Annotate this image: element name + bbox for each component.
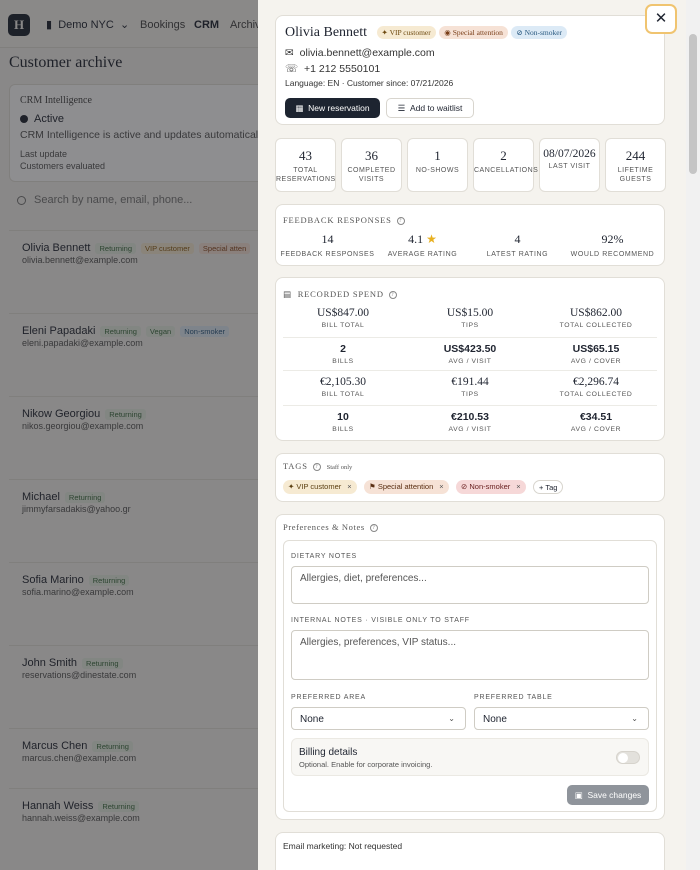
internal-notes-label: INTERNAL NOTES · VISIBLE ONLY TO STAFF: [291, 617, 470, 624]
billing-toggle[interactable]: [616, 751, 640, 764]
preferred-area-label: PREFERRED AREA: [291, 694, 366, 701]
stat-last-visit: 08/07/2026 LAST VISIT: [539, 138, 600, 192]
mail-icon: ✉: [285, 47, 294, 59]
dietary-label: DIETARY NOTES: [291, 553, 358, 560]
spend-cell: €191.44 TIPS: [451, 376, 489, 398]
tag-special-attention: ⚑ Special attention ×: [364, 479, 449, 494]
billing-title: Billing details: [299, 747, 358, 758]
feedback-would-recommend: 92% WOULD RECOMMEND: [570, 232, 655, 258]
save-icon: ▣: [574, 790, 583, 800]
spend-cell: US$423.50 AVG / VISIT: [443, 343, 497, 365]
chevron-down-icon: ⌄: [631, 714, 638, 723]
email-marketing-status: Email marketing: Not requested: [283, 841, 403, 851]
special-attention-badge: ◉ Special attention: [439, 26, 508, 40]
stat-cancellations: 2 CANCELLATIONS: [473, 138, 538, 192]
customer-detail-drawer: Olivia Bennett ✦ VIP customer ◉ Special …: [258, 0, 700, 870]
preferred-table-label: PREFERRED TABLE: [474, 694, 553, 701]
stat-total-reservations: 43 TOTAL RESERVATIONS: [275, 138, 336, 192]
non-smoker-badge: ⊘ Non-smoker: [511, 26, 568, 40]
preferred-table-select[interactable]: None ⌄: [474, 707, 649, 730]
customer-name: Olivia Bennett ✦ VIP customer ◉ Special …: [285, 25, 568, 41]
spend-cell: 2 BILLS: [332, 343, 354, 365]
vip-badge: ✦ VIP customer: [376, 26, 436, 40]
chevron-down-icon: ⌄: [448, 714, 455, 723]
spend-cell: US$847.00 BILL TOTAL: [316, 307, 370, 329]
close-drawer-button[interactable]: ✕: [645, 4, 677, 34]
remove-tag-icon[interactable]: ×: [347, 482, 351, 491]
drawer-scrollbar[interactable]: [686, 0, 700, 870]
star-icon: ★: [426, 232, 437, 246]
phone-line: ☏ +1 212 5550101: [285, 63, 381, 75]
stat-lifetime-guests: 244 LIFETIME GUESTS: [605, 138, 666, 192]
save-changes-button[interactable]: ▣ Save changes: [567, 785, 649, 805]
plus-icon: +: [538, 482, 544, 492]
remove-tag-icon[interactable]: ×: [439, 482, 443, 491]
preferences-title: Preferences & Notes?: [283, 522, 378, 533]
add-tag-button[interactable]: + Tag: [532, 479, 564, 494]
stat-completed-visits: 36 COMPLETED VISITS: [341, 138, 402, 192]
feedback-latest-rating: 4 LATEST RATING: [486, 232, 549, 258]
help-icon[interactable]: ?: [369, 524, 378, 533]
feedback-title: FEEDBACK RESPONSES?: [283, 215, 405, 226]
dietary-notes-textarea[interactable]: Allergies, diet, preferences...: [291, 566, 649, 604]
spend-cell: US$15.00 TIPS: [446, 307, 494, 329]
email-line: ✉ olivia.bennett@example.com: [285, 47, 435, 59]
list-icon: ☰: [397, 103, 406, 113]
spend-cell: 10 BILLS: [332, 411, 354, 433]
new-reservation-button[interactable]: ▦ New reservation: [285, 98, 380, 118]
internal-notes-textarea[interactable]: Allergies, preferences, VIP status...: [291, 630, 649, 680]
feedback-average-rating: 4.1 ★ AVERAGE RATING: [387, 232, 458, 258]
divider: [283, 370, 657, 371]
calendar-icon: ▦: [295, 103, 304, 113]
phone-icon: ☏: [285, 63, 299, 75]
stat-no-shows: 1 NO-SHOWS: [407, 138, 468, 192]
remove-tag-icon[interactable]: ×: [516, 482, 520, 491]
help-icon[interactable]: ?: [396, 217, 405, 226]
receipt-icon: ▤: [283, 289, 292, 299]
spend-cell: US$862.00 TOTAL COLLECTED: [559, 307, 633, 329]
spend-title: ▤ RECORDED SPEND?: [283, 289, 397, 300]
preferred-area-select[interactable]: None ⌄: [291, 707, 466, 730]
billing-desc: Optional. Enable for corporate invoicing…: [299, 760, 433, 769]
spend-cell: €34.51 AVG / COVER: [570, 411, 622, 433]
spend-cell: €2,296.74 TOTAL COLLECTED: [559, 376, 633, 398]
spend-cell: €210.53 AVG / VISIT: [448, 411, 492, 433]
add-to-waitlist-button[interactable]: ☰ Add to waitlist: [386, 98, 474, 118]
close-icon: ✕: [654, 10, 668, 27]
profile-card: Olivia Bennett ✦ VIP customer ◉ Special …: [275, 15, 665, 125]
scrollbar-thumb[interactable]: [689, 34, 697, 174]
tag-non-smoker: ⊘ Non-smoker ×: [456, 479, 526, 494]
spend-cell: US$65.15 AVG / COVER: [570, 343, 622, 365]
tag-vip-customer: ✦ VIP customer ×: [283, 479, 357, 494]
feedback-responses: 14 FEEDBACK RESPONSES: [280, 232, 375, 258]
help-icon[interactable]: ?: [312, 463, 321, 472]
spend-cell: €2,105.30 BILL TOTAL: [320, 376, 366, 398]
divider: [283, 405, 657, 406]
help-icon[interactable]: ?: [388, 291, 397, 300]
divider: [283, 337, 657, 338]
customer-meta: Language: EN · Customer since: 07/21/202…: [285, 78, 454, 88]
marketing-card: [275, 832, 665, 870]
tag-list: ✦ VIP customer × ⚑ Special attention × ⊘ N…: [283, 479, 567, 494]
tags-title: TAGS? Staff only: [283, 461, 353, 472]
